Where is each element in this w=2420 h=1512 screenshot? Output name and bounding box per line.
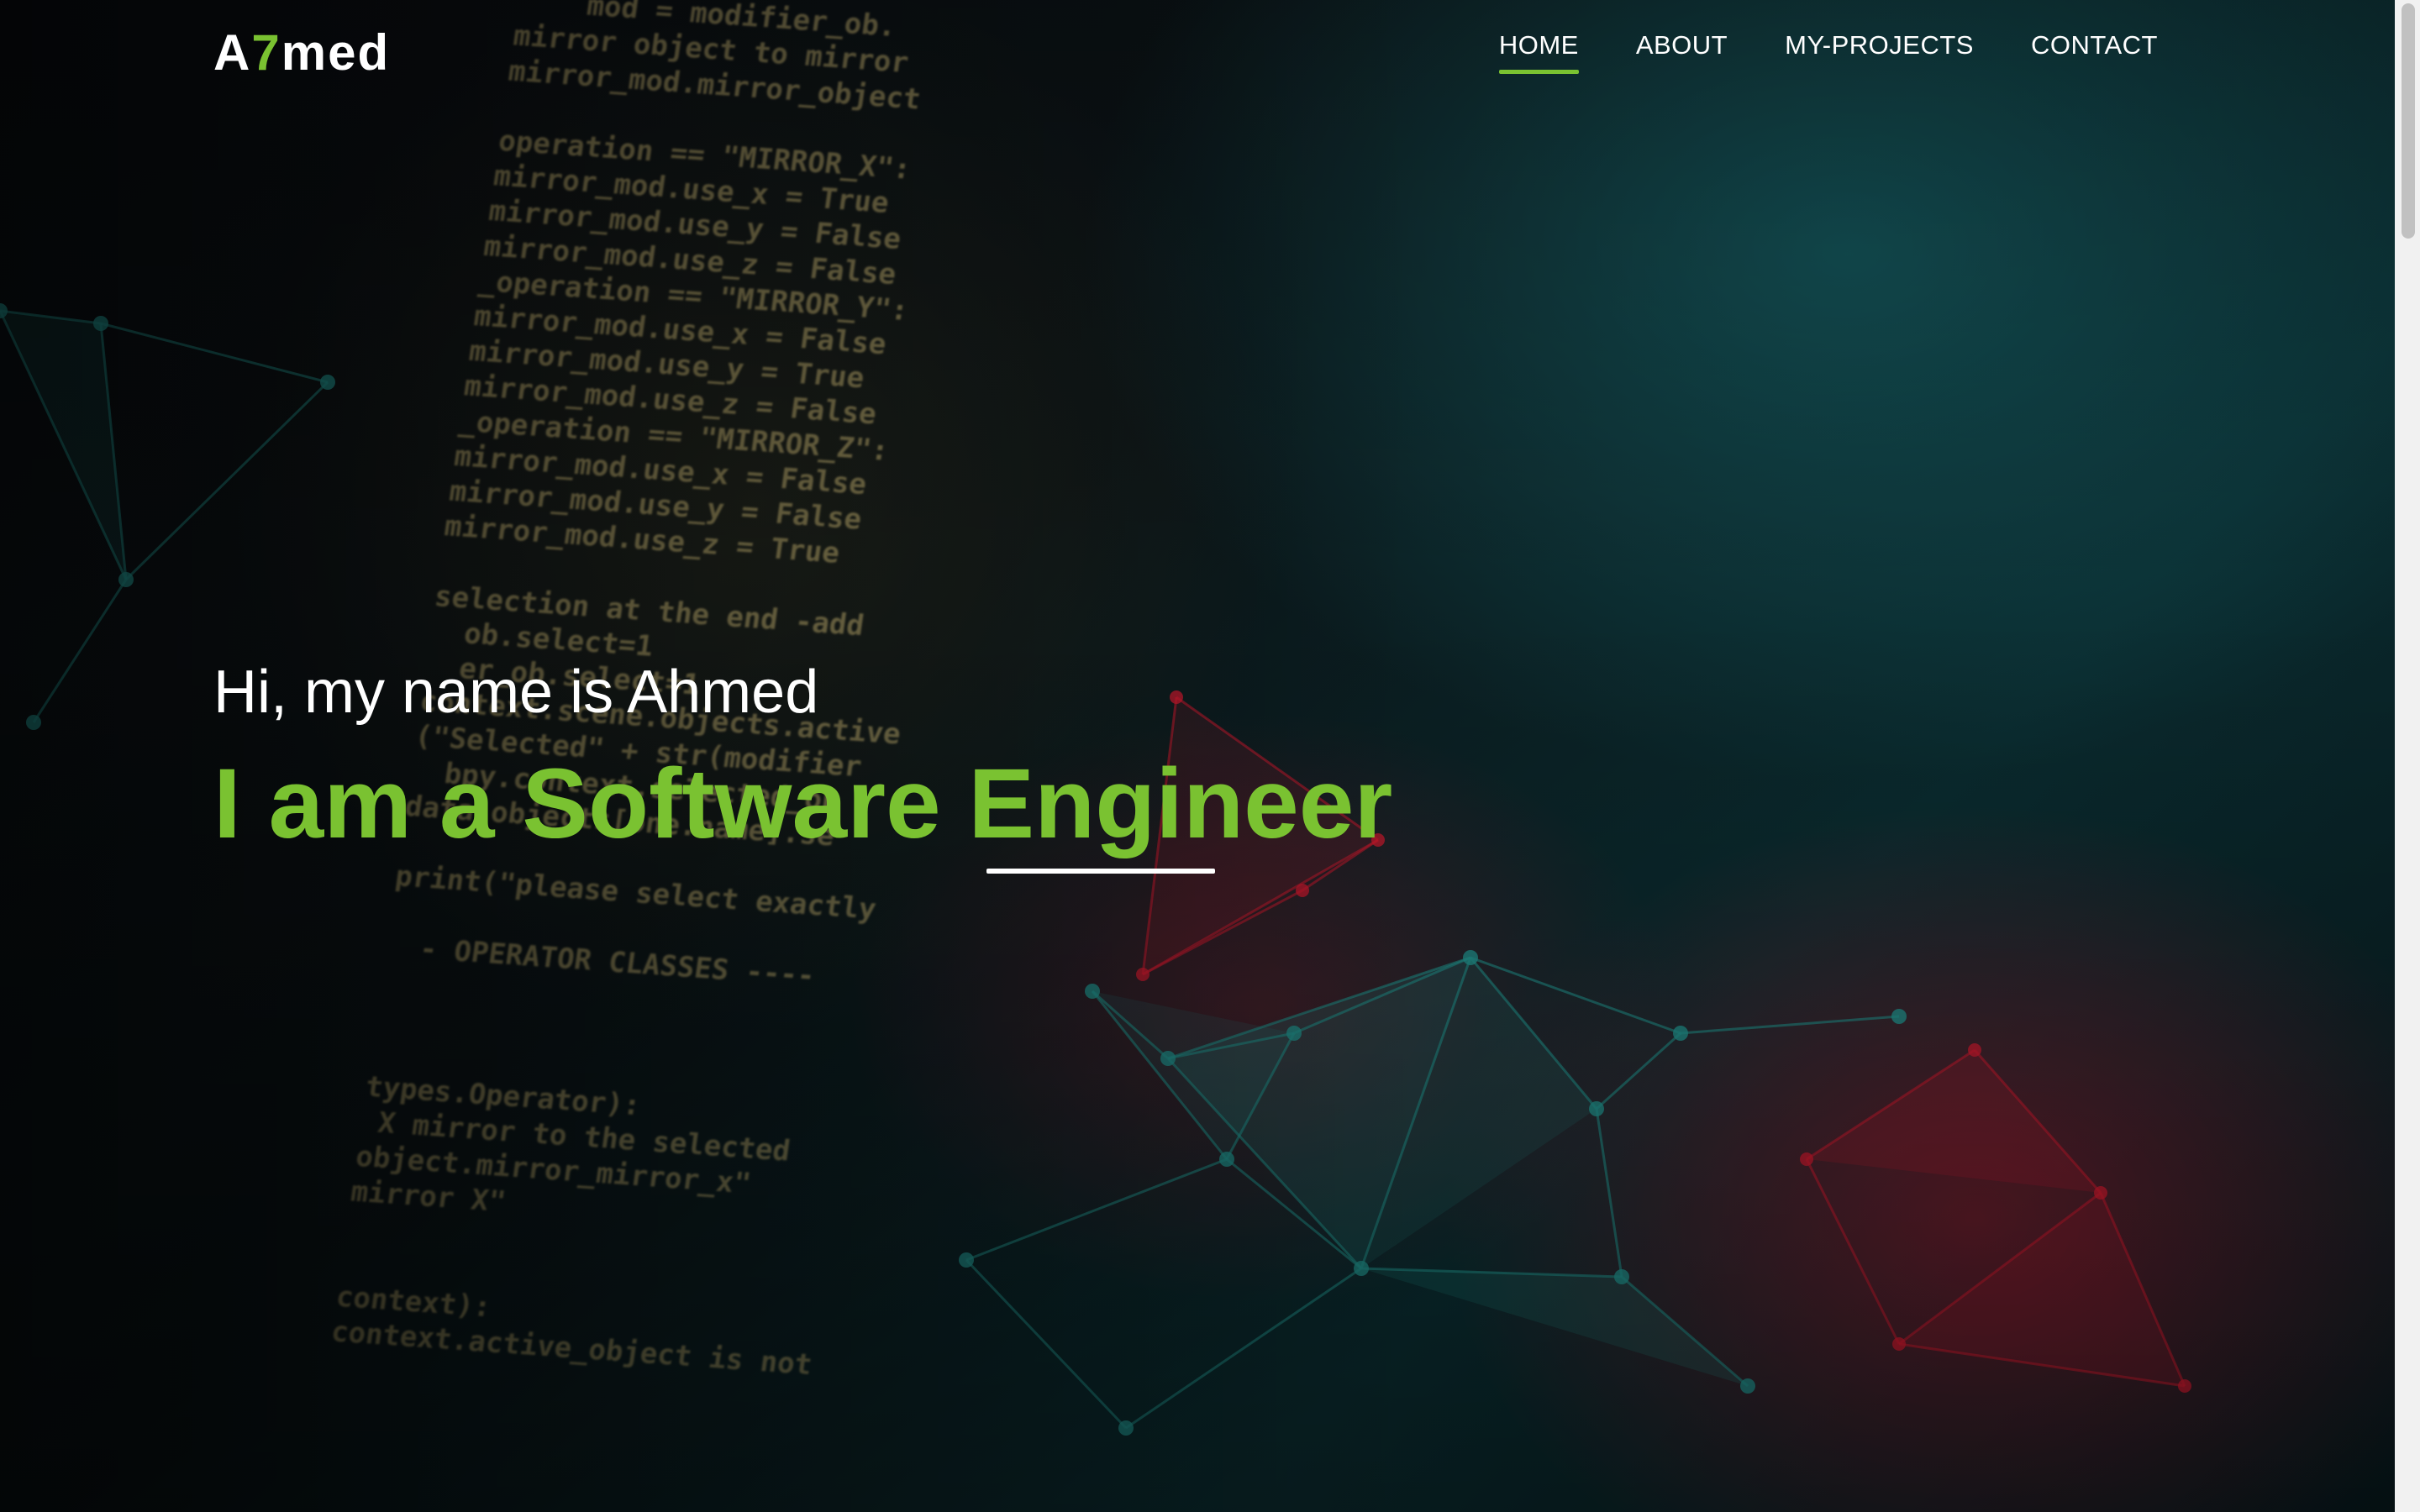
nav-link-contact[interactable]: CONTACT: [2031, 30, 2158, 74]
page: mod = modifier_ob.mirror object to mirro…: [0, 0, 2420, 1512]
logo-accent: 7: [251, 24, 281, 81]
nav-item-about: ABOUT: [1579, 30, 1728, 74]
hero-background: mod = modifier_ob.mirror object to mirro…: [0, 0, 2395, 1512]
nav-links: HOME ABOUT MY-PROJECTS CONTACT: [1442, 30, 2158, 74]
nav-item-contact: CONTACT: [1974, 30, 2158, 74]
logo-part-1: A: [213, 24, 252, 81]
site-logo[interactable]: A7med: [213, 24, 390, 81]
nav-item-home: HOME: [1442, 30, 1579, 74]
hero-section: Hi, my name is Ahmed I am a Software Eng…: [213, 655, 1393, 874]
nav-link-home[interactable]: HOME: [1498, 30, 1579, 74]
page-scrollbar[interactable]: [2395, 0, 2420, 1512]
hero-title: I am a Software Engineer: [213, 748, 1393, 859]
nav-link-my-projects[interactable]: MY-PROJECTS: [1785, 30, 1974, 74]
navbar: A7med HOME ABOUT MY-PROJECTS CONTACT: [0, 0, 2395, 109]
hero-greeting: Hi, my name is Ahmed: [213, 659, 819, 726]
logo-part-2: med: [281, 24, 391, 81]
nav-item-my-projects: MY-PROJECTS: [1728, 30, 1974, 74]
nav-link-about[interactable]: ABOUT: [1636, 30, 1728, 74]
hero-title-underline: [986, 869, 1215, 874]
scrollbar-thumb[interactable]: [2402, 3, 2415, 239]
